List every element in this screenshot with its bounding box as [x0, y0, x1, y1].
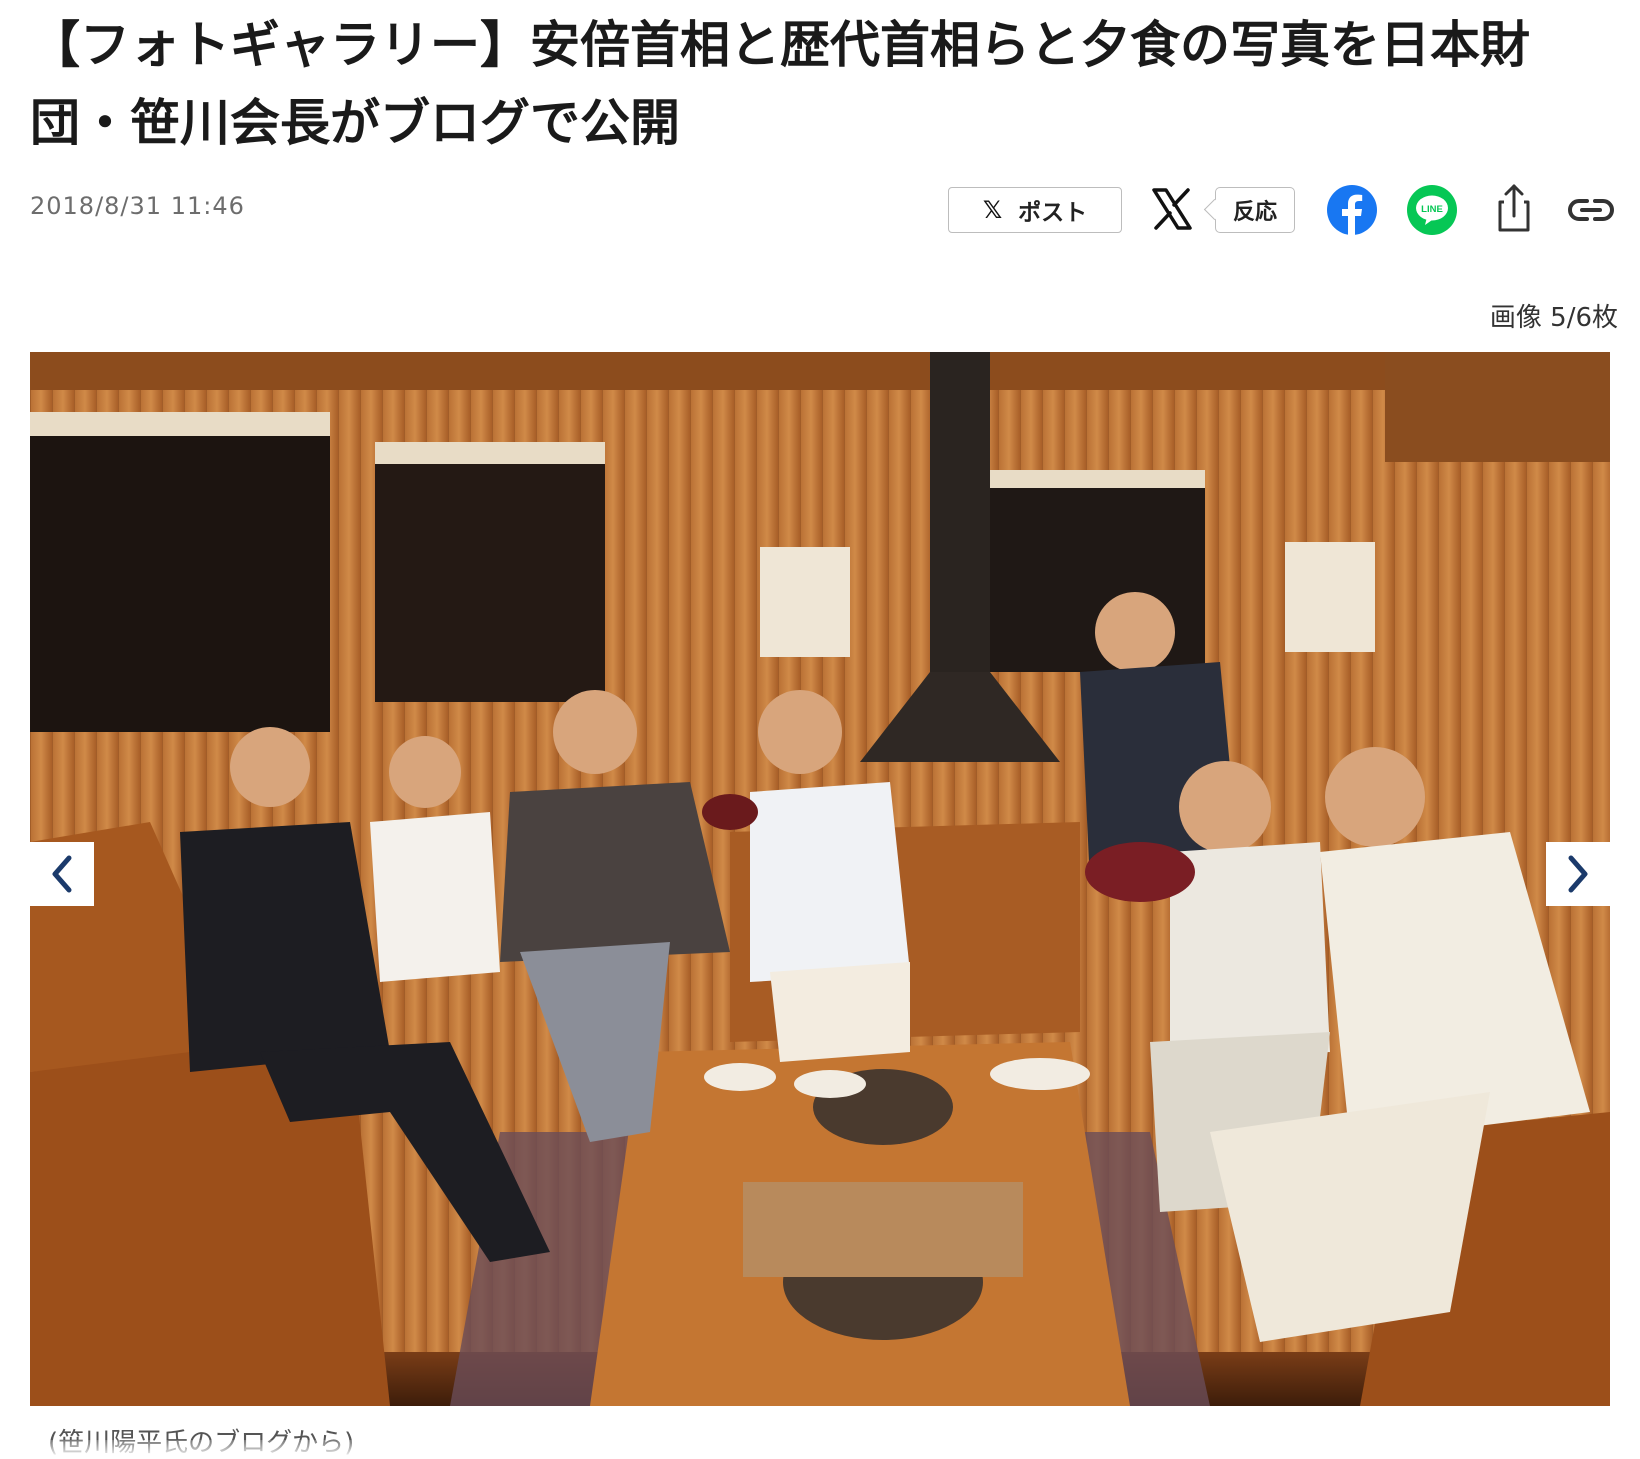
x-post-button[interactable]: 𝕏 ポスト — [948, 187, 1122, 233]
article-date: 2018/8/31 11:46 — [30, 192, 245, 220]
facebook-icon[interactable] — [1326, 184, 1378, 236]
bottom-fade — [0, 1440, 1640, 1458]
link-icon[interactable] — [1565, 184, 1617, 236]
share-icon[interactable] — [1488, 180, 1540, 232]
x-logo-icon: 𝕏 — [982, 196, 1003, 224]
dinner-photo-illustration — [30, 352, 1610, 1406]
line-icon[interactable]: LINE — [1406, 184, 1458, 236]
gallery-prev-button[interactable] — [30, 842, 94, 906]
gallery-counter: 画像 5/6枚 — [1489, 303, 1618, 333]
chevron-left-icon — [52, 855, 72, 893]
gallery-next-button[interactable] — [1546, 842, 1610, 906]
article-title: 【フォトギャラリー】安倍首相と歴代首相らと夕食の写真を日本財団・笹川会長がブログ… — [30, 16, 1530, 152]
chevron-right-icon — [1568, 855, 1588, 893]
gallery-photo[interactable] — [30, 352, 1610, 1406]
line-icon-text: LINE — [1421, 204, 1443, 215]
reaction-button[interactable]: 反応 — [1215, 187, 1295, 233]
x-logo-icon[interactable] — [1150, 186, 1194, 232]
x-post-label: ポスト — [1018, 200, 1088, 226]
